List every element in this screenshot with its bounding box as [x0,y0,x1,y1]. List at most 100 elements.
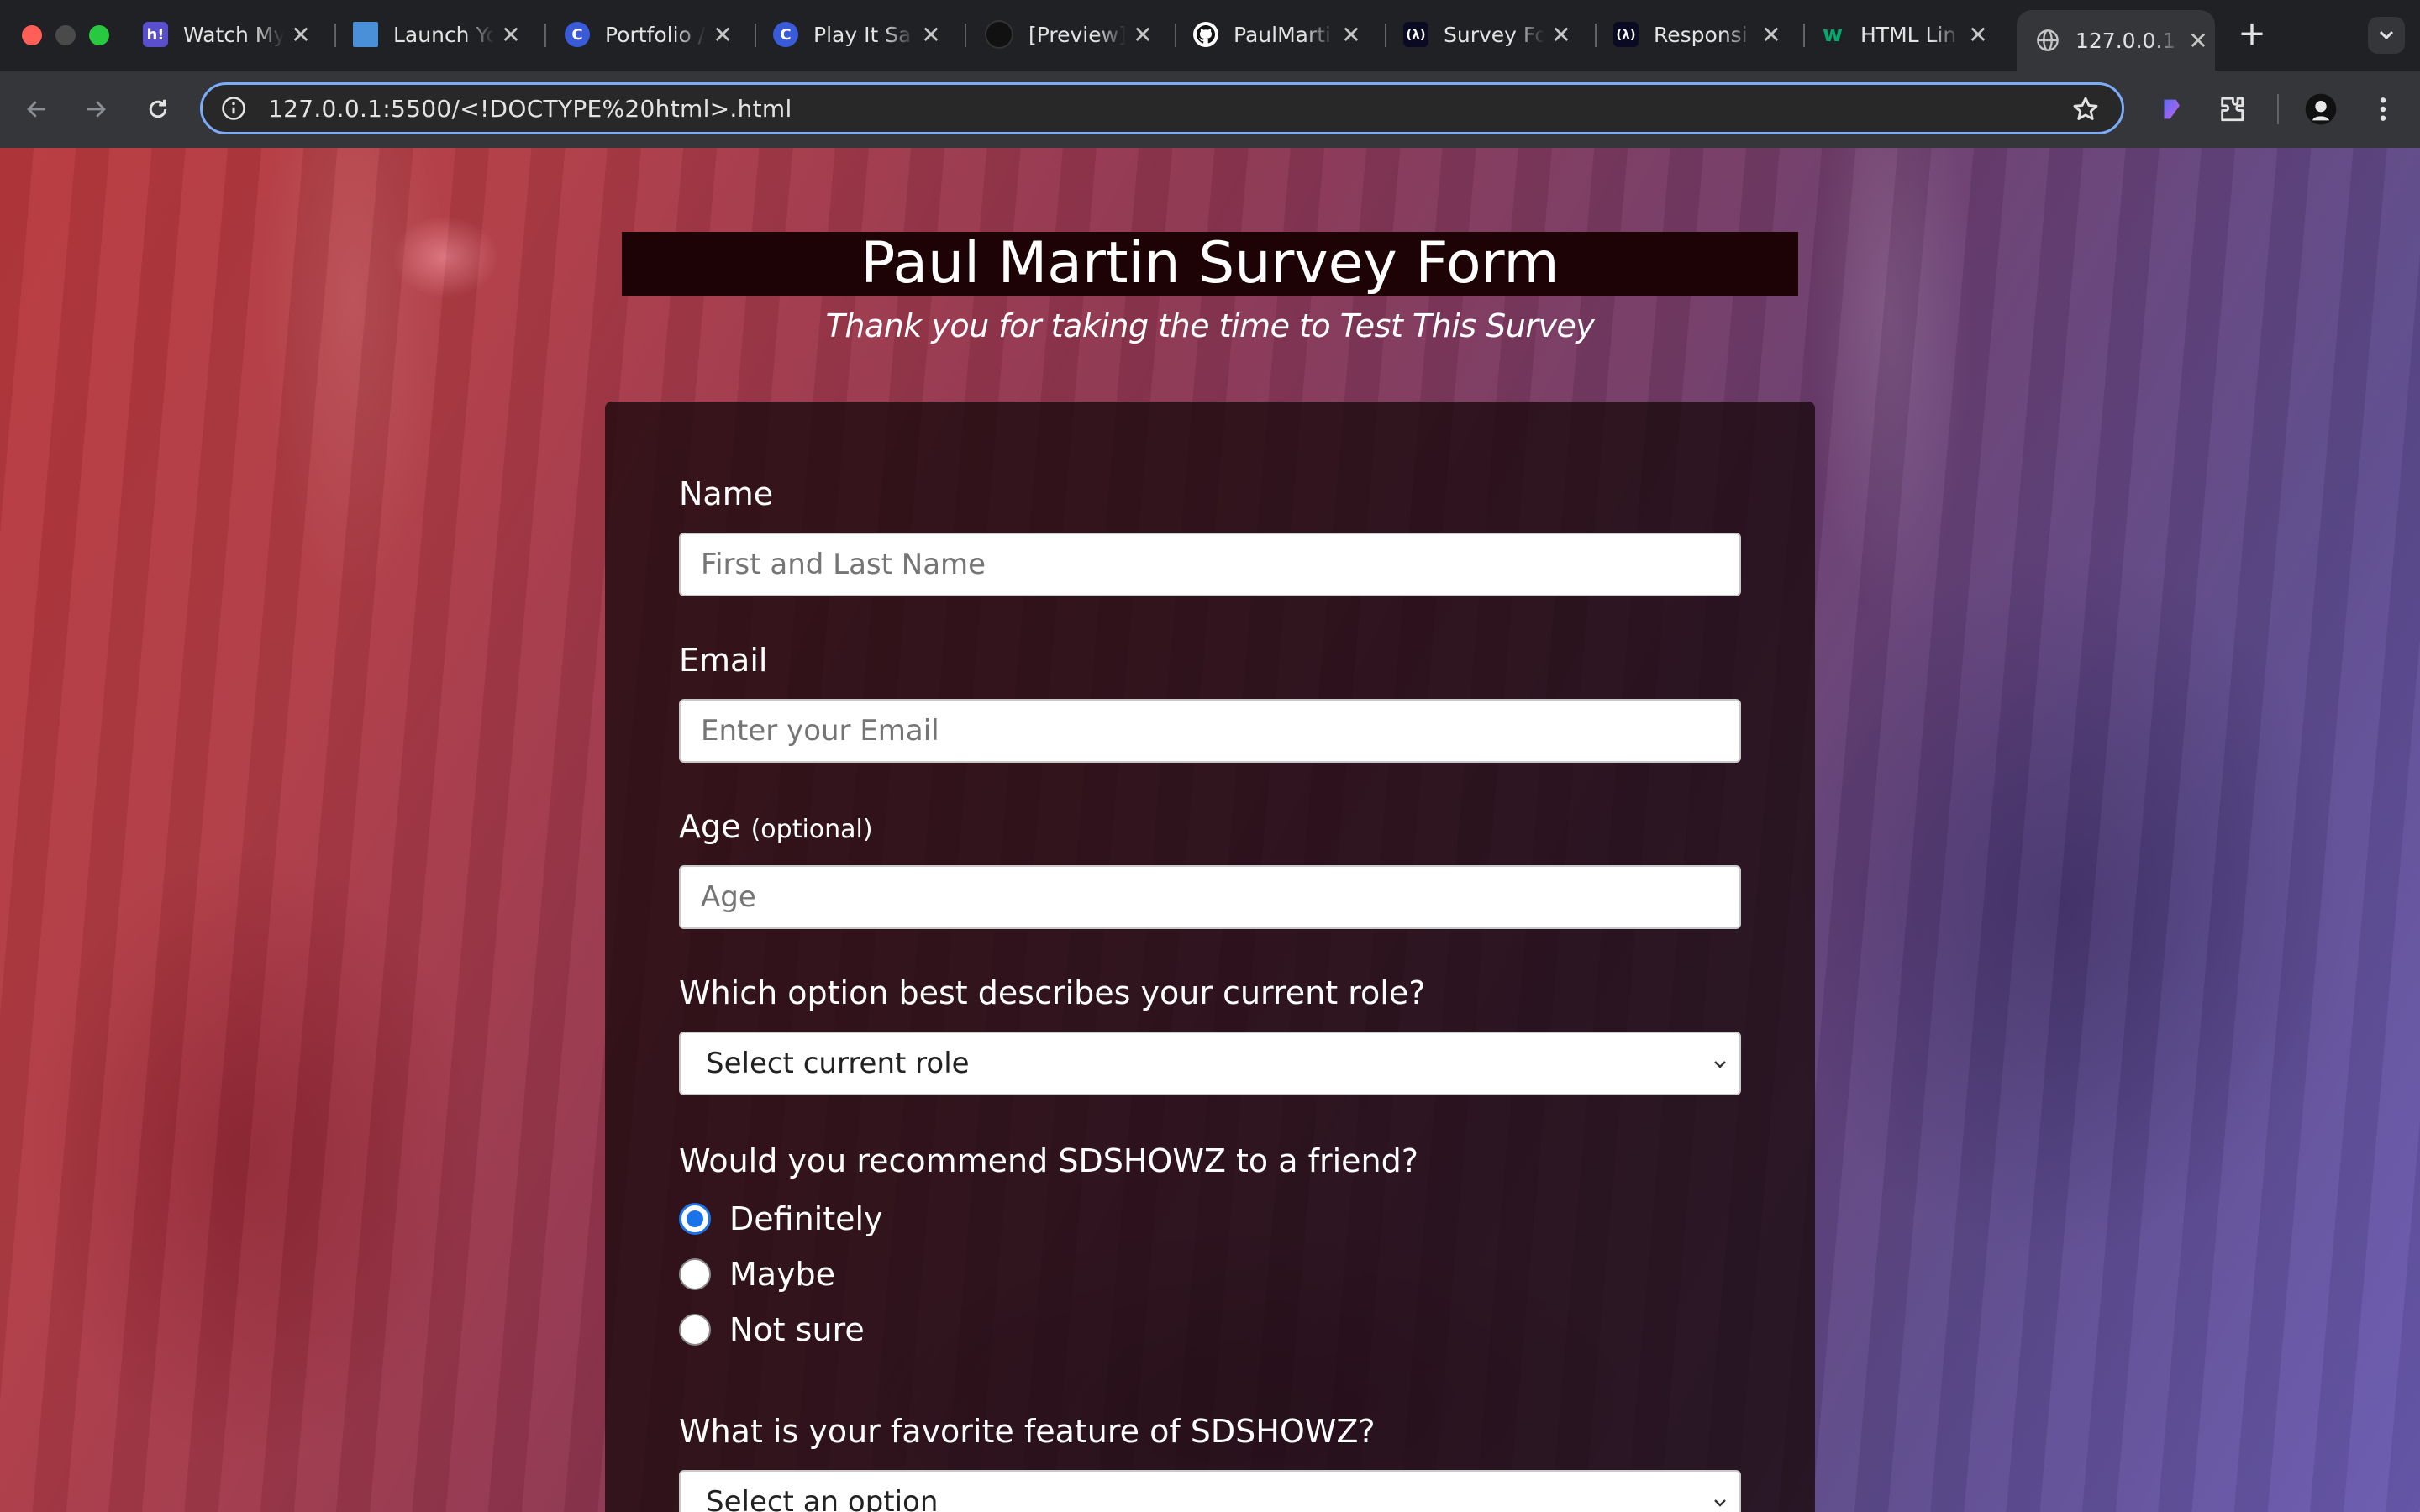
avatar-icon [2305,93,2337,125]
close-tab-icon[interactable]: ✕ [706,21,739,49]
codecademy-icon: C [565,22,590,47]
close-tab-icon[interactable]: ✕ [914,21,948,49]
tab-divider [334,24,336,47]
w3schools-icon: w [1822,22,1844,47]
info-icon[interactable] [221,96,246,121]
name-input[interactable] [679,533,1741,596]
radio-label: Maybe [729,1256,836,1293]
role-label: Which option best describes your current… [679,974,1426,1011]
chrome-menu-button[interactable] [2363,89,2403,129]
minimize-window-button[interactable] [55,25,76,45]
forward-button[interactable] [76,89,116,129]
email-input[interactable] [679,699,1741,763]
address-bar[interactable]: 127.0.0.1:5500/<!DOCTYPE%20html>.html [200,82,2124,134]
radio-button[interactable] [679,1314,711,1346]
tab-divider [1175,24,1176,47]
close-tab-icon[interactable]: ✕ [1126,21,1160,49]
extensions-button[interactable] [2212,89,2252,129]
close-tab-icon[interactable]: ✕ [2181,27,2215,55]
arrow-right-icon [87,101,106,118]
tab-divider [544,24,546,47]
close-tab-icon[interactable]: ✕ [1544,21,1578,49]
tab-title: 127.0.0.1 [2075,28,2176,53]
feature-dropdown-value: Select an option [706,1485,939,1512]
browser-toolbar: 127.0.0.1:5500/<!DOCTYPE%20html>.html [0,71,2420,148]
tab-responsive[interactable]: (λ) Responsi ✕ [1613,12,1788,57]
chevron-down-icon [2379,30,2394,40]
reload-icon [149,99,167,118]
kebab-menu-icon [2380,97,2386,121]
tab-title: Play It Sa [813,22,912,47]
tab-title: Watch My [183,22,284,47]
tab-portfolio[interactable]: C Portfolio / ✕ [565,12,739,57]
codecademy-icon: C [773,22,798,47]
radio-label: Definitely [729,1200,883,1237]
close-tab-icon[interactable]: ✕ [1961,21,1995,49]
radio-option-maybe[interactable]: Maybe [679,1253,835,1295]
reload-button[interactable] [138,89,178,129]
age-label: Age (optional) [679,808,873,845]
chevron-down-icon [1714,1499,1726,1507]
tab-title: Portfolio / [605,22,706,47]
tab-title: Responsi [1654,22,1748,47]
radio-button[interactable] [679,1203,711,1235]
tab-localhost-active[interactable]: 127.0.0.1 ✕ [2017,10,2215,71]
tab-title: Survey Fo [1444,22,1544,47]
age-optional-note: (optional) [750,815,873,844]
age-label-text: Age [679,808,741,845]
back-button[interactable] [17,89,57,129]
launch-icon [353,22,378,47]
tab-survey-form[interactable]: (λ) Survey Fo ✕ [1403,12,1578,57]
tab-divider [1595,24,1597,47]
tab-preview[interactable]: [Preview] ✕ [985,12,1160,57]
toolbar-divider [2277,94,2279,124]
globe-icon [2035,28,2060,53]
radio-label: Not sure [729,1311,865,1348]
feature-label: What is your favorite feature of SDSHOWZ… [679,1413,1376,1450]
tab-divider [965,24,966,47]
browser-tab-bar: h! Watch My ✕ Launch Yo ✕ C Portfolio / … [0,0,2420,71]
tab-title: [Preview] [1028,22,1126,47]
puzzle-icon [2221,97,2244,122]
bookmark-star-icon[interactable] [2071,95,2100,123]
tab-title: Launch Yo [393,22,494,47]
close-window-button[interactable] [22,25,42,45]
tab-title: HTML Lin [1860,22,1957,47]
hi-icon: h! [143,22,168,47]
tab-search-button[interactable] [2368,17,2405,54]
radio-option-not-sure[interactable]: Not sure [679,1309,865,1351]
github-icon [985,20,1013,49]
tab-divider [1803,24,1805,47]
gradient-extension-icon [2164,99,2180,119]
new-tab-button[interactable]: + [2232,15,2272,55]
feature-dropdown[interactable]: Select an option [679,1470,1741,1512]
email-label: Email [679,642,768,679]
radio-button[interactable] [679,1258,711,1290]
tab-play-it-safe[interactable]: C Play It Sa ✕ [773,12,948,57]
tab-launch[interactable]: Launch Yo ✕ [353,12,528,57]
github-icon [1193,22,1218,47]
tab-divider [1385,24,1386,47]
tab-paulmartin-github[interactable]: PaulMarti ✕ [1193,12,1368,57]
role-dropdown[interactable]: Select current role [679,1032,1741,1095]
age-input[interactable] [679,865,1741,929]
tab-title: PaulMarti [1234,22,1331,47]
chevron-down-icon [1714,1061,1726,1068]
profile-avatar[interactable] [2301,89,2341,129]
name-label: Name [679,475,774,512]
arrow-left-icon [27,101,45,118]
radio-option-definitely[interactable]: Definitely [679,1198,883,1240]
page-viewport: Paul Martin Survey Form Thank you for ta… [0,148,2420,1512]
close-tab-icon[interactable]: ✕ [284,21,318,49]
close-tab-icon[interactable]: ✕ [1334,21,1368,49]
maximize-window-button[interactable] [89,25,109,45]
freecodecamp-icon: (λ) [1403,22,1428,47]
tab-watch-my[interactable]: h! Watch My ✕ [143,12,318,57]
page-subtitle: Thank you for taking the time to Test Th… [825,307,1595,344]
extension-icon[interactable] [2151,89,2191,129]
tab-html-links[interactable]: w HTML Lin ✕ [1820,12,1995,57]
close-tab-icon[interactable]: ✕ [494,21,528,49]
url-text[interactable]: 127.0.0.1:5500/<!DOCTYPE%20html>.html [268,95,792,123]
recommend-label: Would you recommend SDSHOWZ to a friend? [679,1142,1418,1179]
close-tab-icon[interactable]: ✕ [1754,21,1788,49]
